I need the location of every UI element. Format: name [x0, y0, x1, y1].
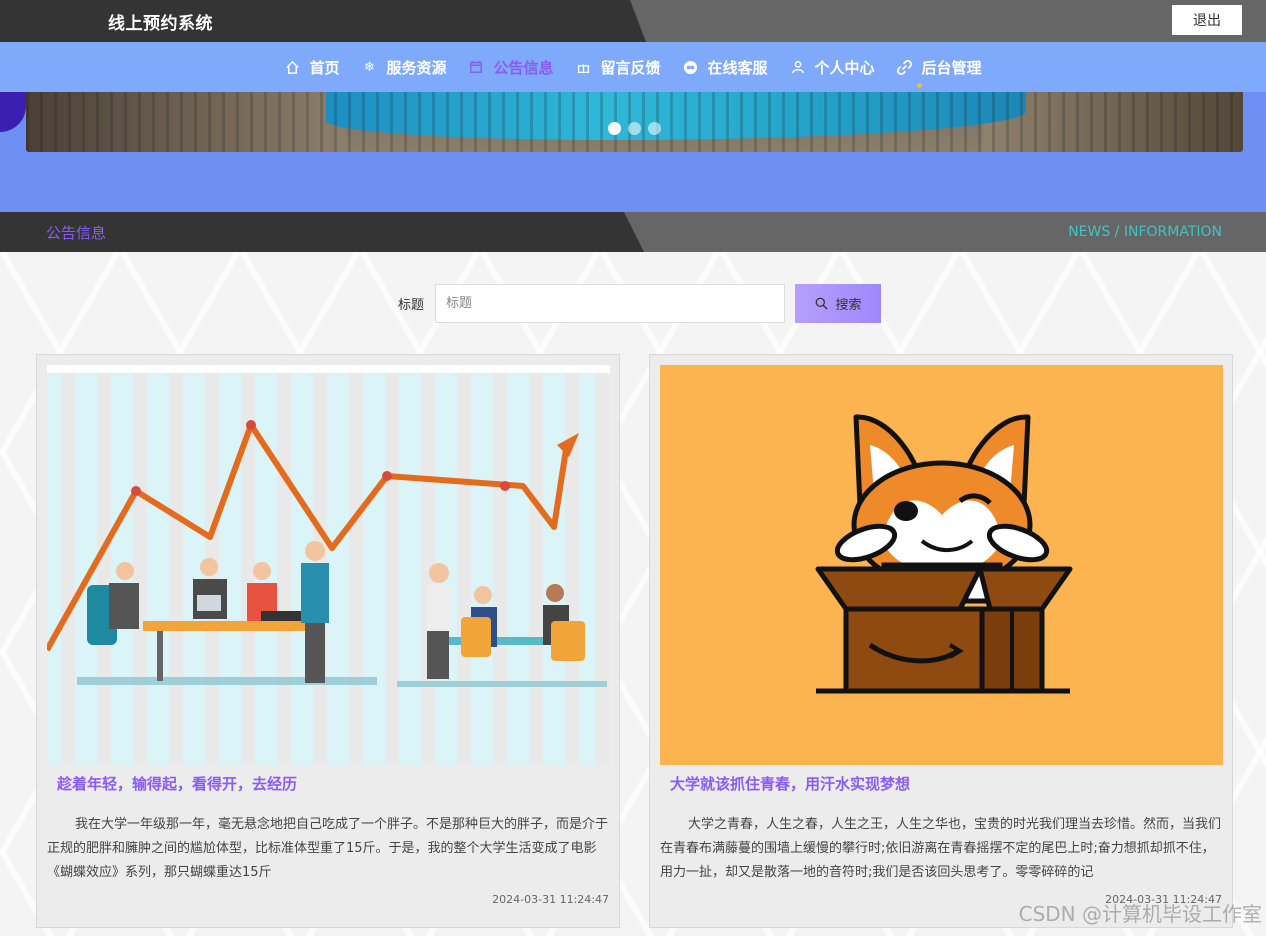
carousel-dot[interactable] — [608, 122, 621, 135]
main-nav: 首页 ❄ 服务资源 公告信息 留言反馈 在线客服 个人中心 后台管理 — [0, 42, 1266, 92]
search-input[interactable] — [435, 284, 786, 323]
nav-item-label: 留言反馈 — [600, 58, 661, 77]
search-bar: 标题 搜索 — [398, 284, 882, 323]
search-icon — [815, 297, 828, 310]
nav-item-home[interactable]: 首页 — [284, 57, 339, 78]
top-bar: 线上预约系统 退出 — [0, 0, 1266, 42]
section-subtitle: NEWS / INFORMATION — [1068, 224, 1222, 240]
search-label: 标题 — [398, 298, 425, 313]
nav-item-label: 后台管理 — [921, 58, 982, 77]
search-button[interactable]: 搜索 — [795, 284, 882, 323]
nav-item-label: 在线客服 — [707, 58, 768, 77]
news-card-image[interactable] — [47, 365, 610, 765]
carousel-dot[interactable] — [648, 122, 661, 135]
section-header: 公告信息 NEWS / INFORMATION — [0, 212, 1266, 252]
logout-button[interactable]: 退出 — [1172, 5, 1242, 35]
nav-item-support[interactable]: 在线客服 — [683, 57, 768, 78]
carousel-dot[interactable] — [628, 122, 641, 135]
nav-item-feedback[interactable]: 留言反馈 — [575, 57, 661, 78]
nav-item-label: 公告信息 — [493, 58, 554, 77]
news-card-image[interactable] — [660, 365, 1223, 765]
chat-icon — [683, 59, 699, 75]
section-title: 公告信息 — [46, 224, 107, 242]
nav-item-label: 个人中心 — [814, 58, 875, 77]
home-icon — [284, 59, 300, 75]
nav-item-label: 首页 — [309, 58, 340, 77]
news-card-date: 2024-03-31 11:24:47 — [492, 893, 609, 906]
site-title: 线上预约系统 — [108, 14, 213, 34]
news-card-title[interactable]: 大学就该抓住青春，用汗水实现梦想 — [670, 773, 910, 794]
news-card[interactable]: 趁着年轻，输得起，看得开，去经历 我在大学一年级那一年，毫无悬念地把自己吃成了一… — [36, 354, 620, 928]
nav-item-admin[interactable]: 后台管理 — [897, 57, 982, 88]
watermark-text: CSDN @计算机毕设工作室 — [1018, 902, 1262, 926]
news-card-title[interactable]: 趁着年轻，输得起，看得开，去经历 — [57, 773, 297, 794]
hover-indicator-dot — [916, 82, 922, 88]
snowflake-icon: ❄ — [364, 59, 375, 75]
carousel-indicators — [608, 122, 661, 135]
news-card[interactable]: 大学就该抓住青春，用汗水实现梦想 大学之青春，人生之春，人生之王，人生之华也，宝… — [649, 354, 1233, 928]
link-icon — [897, 59, 913, 75]
news-card-excerpt: 大学之青春，人生之春，人生之王，人生之华也，宝贵的时光我们理当去珍惜。然而，当我… — [660, 817, 1222, 880]
search-button-label: 搜索 — [835, 298, 862, 313]
calendar-icon — [468, 59, 484, 75]
news-card-excerpt: 我在大学一年级那一年，毫无悬念地把自己吃成了一个胖子。不是那种巨大的胖子，而是介… — [47, 817, 609, 880]
nav-item-label: 服务资源 — [386, 58, 447, 77]
nav-item-announcements[interactable]: 公告信息 — [468, 57, 553, 78]
nav-item-profile[interactable]: 个人中心 — [790, 57, 875, 78]
user-icon — [790, 59, 806, 75]
gift-icon — [575, 59, 591, 75]
nav-item-services[interactable]: ❄ 服务资源 — [361, 57, 446, 78]
